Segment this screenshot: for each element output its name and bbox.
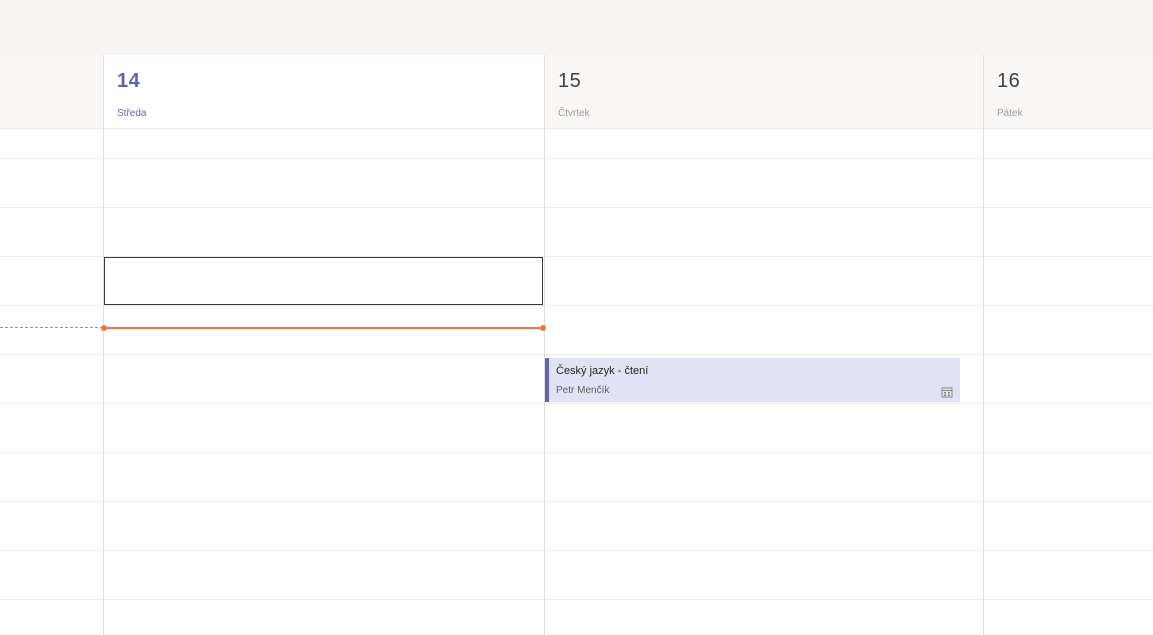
day-number: 15	[558, 70, 582, 92]
day-header-friday[interactable]: 16 Pátek	[984, 55, 1153, 128]
grid-line	[0, 452, 1153, 453]
day-number: 16	[997, 70, 1021, 92]
current-time-dot	[101, 325, 107, 331]
column-divider	[103, 55, 104, 635]
grid-line	[0, 354, 1153, 355]
event-title: Český jazyk - čtení	[556, 365, 649, 377]
grid-line	[0, 403, 1153, 404]
grid-line	[0, 207, 1153, 208]
day-name: Středa	[117, 108, 147, 119]
current-time-line-past	[0, 327, 103, 328]
day-name: Pátek	[997, 108, 1023, 119]
grid-line	[0, 501, 1153, 502]
current-time-dot	[540, 325, 546, 331]
grid-line	[0, 550, 1153, 551]
grid-line	[0, 158, 1153, 159]
calendar-icon	[941, 387, 953, 398]
selected-time-slot[interactable]	[104, 257, 543, 305]
calendar-week-view: 14 Středa 15 Čtvrtek 16 Pátek Český jazy…	[0, 0, 1153, 635]
day-header-wednesday[interactable]: 14 Středa	[104, 55, 544, 128]
grid-line	[0, 305, 1153, 306]
grid-line	[0, 599, 1153, 600]
day-name: Čtvrtek	[558, 108, 590, 119]
column-divider	[544, 55, 545, 635]
top-bar	[0, 0, 1153, 55]
day-header-thursday[interactable]: 15 Čtvrtek	[545, 55, 983, 128]
current-time-line	[104, 327, 543, 329]
event-organizer: Petr Menčík	[556, 385, 610, 396]
day-number: 14	[117, 70, 141, 92]
event-card[interactable]: Český jazyk - čtení Petr Menčík	[545, 358, 960, 402]
column-divider	[983, 55, 984, 635]
